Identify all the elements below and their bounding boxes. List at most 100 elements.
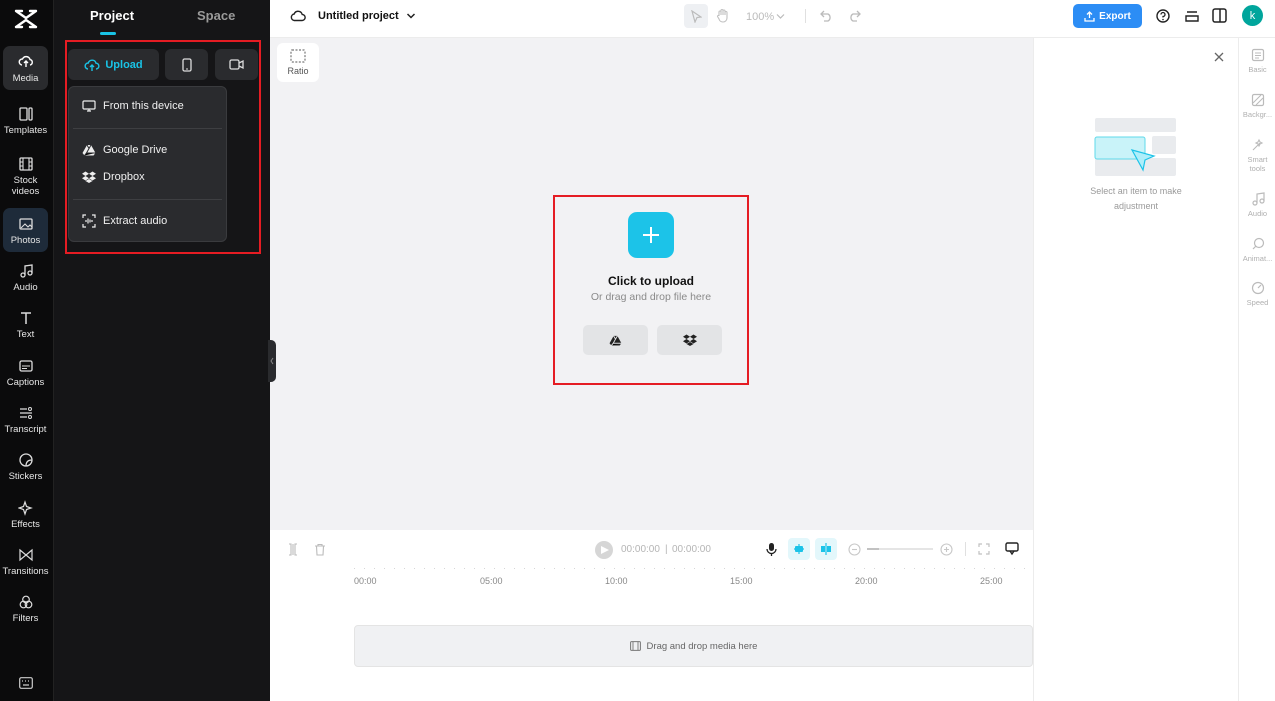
record-button[interactable] bbox=[215, 49, 258, 80]
top-bar: Untitled project 100% Export k bbox=[270, 0, 1275, 38]
project-title[interactable]: Untitled project bbox=[318, 10, 399, 22]
tab-project[interactable]: Project bbox=[90, 8, 134, 23]
rrail-label: Animat... bbox=[1242, 254, 1273, 263]
zoom-in-icon[interactable] bbox=[940, 543, 953, 556]
google-drive-button[interactable] bbox=[583, 325, 648, 355]
google-drive-icon bbox=[609, 335, 622, 346]
background-icon bbox=[1251, 93, 1264, 107]
rrail-item-smart-tools[interactable]: Smart tools bbox=[1239, 138, 1275, 173]
rail-label: Effects bbox=[11, 519, 40, 530]
add-media-button[interactable] bbox=[628, 212, 674, 258]
rail-label: Audio bbox=[13, 282, 38, 293]
rail-item-captions[interactable]: Captions bbox=[3, 358, 48, 388]
upload-title[interactable]: Click to upload bbox=[553, 274, 749, 288]
menu-item-dropbox[interactable]: Dropbox bbox=[82, 171, 145, 183]
music-icon bbox=[1251, 192, 1265, 206]
keyboard-icon[interactable] bbox=[19, 677, 33, 689]
hand-icon[interactable] bbox=[716, 8, 730, 23]
export-button[interactable]: Export bbox=[1073, 4, 1142, 28]
help-icon[interactable] bbox=[1156, 9, 1170, 23]
rail-label: Photos bbox=[10, 235, 41, 246]
dropbox-button[interactable] bbox=[657, 325, 722, 355]
magnet-snap-toggle[interactable] bbox=[788, 538, 810, 560]
rrail-item-basic[interactable]: Basic bbox=[1239, 48, 1275, 74]
menu-item-from-device[interactable]: From this device bbox=[82, 100, 184, 112]
zoom-slider-fill[interactable] bbox=[867, 548, 879, 550]
undo-icon[interactable] bbox=[820, 10, 833, 22]
cloud-upload-icon bbox=[84, 59, 100, 71]
rail-item-effects[interactable]: Effects bbox=[3, 500, 48, 530]
zoom-level[interactable]: 100% bbox=[746, 11, 774, 23]
tab-space[interactable]: Space bbox=[197, 8, 235, 23]
rail-item-audio[interactable]: Audio bbox=[3, 263, 48, 293]
capcut-logo-icon[interactable] bbox=[14, 8, 38, 30]
select-tool-button[interactable] bbox=[684, 4, 708, 28]
timeline-drop-zone[interactable]: Drag and drop media here bbox=[354, 625, 1033, 667]
cursor-icon bbox=[691, 10, 702, 23]
upload-dropzone[interactable]: Click to upload Or drag and drop file he… bbox=[553, 195, 749, 385]
templates-icon bbox=[18, 107, 33, 121]
music-icon bbox=[19, 264, 33, 278]
comment-icon[interactable] bbox=[1005, 542, 1019, 556]
rrail-item-audio[interactable]: Audio bbox=[1239, 192, 1275, 218]
google-drive-icon bbox=[82, 144, 96, 156]
sparkle-icon bbox=[17, 500, 33, 516]
rail-item-text[interactable]: Text bbox=[3, 310, 48, 340]
rail-label: Transcript bbox=[4, 424, 47, 435]
close-icon[interactable] bbox=[1214, 52, 1224, 62]
upload-subtitle: Or drag and drop file here bbox=[590, 291, 712, 303]
delete-icon[interactable] bbox=[314, 543, 326, 556]
rail-item-stock-videos[interactable]: Stock videos bbox=[3, 156, 48, 197]
menu-divider bbox=[73, 199, 222, 200]
split-icon[interactable] bbox=[287, 543, 299, 556]
monitor-icon bbox=[82, 100, 96, 112]
tab-underline bbox=[100, 32, 116, 35]
rrail-item-animation[interactable]: Animat... bbox=[1239, 237, 1275, 263]
microphone-icon[interactable] bbox=[766, 542, 777, 557]
avatar[interactable]: k bbox=[1242, 5, 1263, 26]
rrail-item-speed[interactable]: Speed bbox=[1239, 281, 1275, 307]
rail-item-stickers[interactable]: Stickers bbox=[3, 452, 48, 482]
fullscreen-icon[interactable] bbox=[978, 543, 990, 555]
rail-item-templates[interactable]: Templates bbox=[3, 106, 48, 136]
export-label: Export bbox=[1099, 10, 1131, 22]
layout-panel-icon[interactable] bbox=[1212, 8, 1227, 23]
phone-upload-button[interactable] bbox=[165, 49, 208, 80]
right-rail: Basic Backgr... Smart tools Audio Animat… bbox=[1238, 38, 1275, 701]
zoom-out-icon[interactable] bbox=[848, 543, 861, 556]
animation-icon bbox=[1252, 237, 1264, 250]
rail-label: Stock videos bbox=[11, 175, 40, 197]
rail-item-transitions[interactable]: Transitions bbox=[2, 547, 49, 577]
chevron-down-icon[interactable] bbox=[776, 13, 785, 20]
rail-item-filters[interactable]: Filters bbox=[3, 594, 48, 624]
chevron-down-icon[interactable] bbox=[406, 12, 416, 20]
panel-collapse-handle[interactable] bbox=[268, 340, 276, 382]
current-time: 00:00:00 bbox=[621, 544, 660, 555]
rrail-item-background[interactable]: Backgr... bbox=[1239, 93, 1275, 119]
upload-button[interactable]: Upload bbox=[68, 49, 159, 80]
empty-state-illustration bbox=[1094, 118, 1176, 176]
plus-icon bbox=[643, 227, 659, 243]
menu-item-label: From this device bbox=[103, 100, 184, 112]
rail-item-photos[interactable]: Photos bbox=[3, 208, 48, 252]
menu-item-extract-audio[interactable]: Extract audio bbox=[82, 214, 167, 228]
play-button[interactable] bbox=[595, 541, 613, 559]
rail-item-media[interactable]: Media bbox=[3, 46, 48, 90]
layers-icon[interactable] bbox=[1185, 9, 1199, 23]
linkage-toggle[interactable] bbox=[815, 538, 837, 560]
rail-label: Media bbox=[12, 73, 39, 84]
menu-item-google-drive[interactable]: Google Drive bbox=[82, 144, 167, 156]
ratio-label: Ratio bbox=[287, 66, 309, 76]
dropbox-icon bbox=[82, 171, 96, 183]
phone-icon bbox=[181, 57, 192, 72]
ruler-tick: 25:00 bbox=[980, 576, 1003, 586]
snap-icon bbox=[794, 544, 804, 554]
rail-item-transcript[interactable]: Transcript bbox=[3, 405, 48, 435]
rrail-label: Basic bbox=[1248, 65, 1267, 74]
sticker-icon bbox=[18, 453, 33, 467]
cloud-icon[interactable] bbox=[290, 9, 306, 22]
ratio-button[interactable]: Ratio bbox=[277, 43, 319, 82]
ruler-tick: 05:00 bbox=[480, 576, 503, 586]
rail-label: Stickers bbox=[8, 471, 43, 482]
redo-icon[interactable] bbox=[848, 10, 861, 22]
